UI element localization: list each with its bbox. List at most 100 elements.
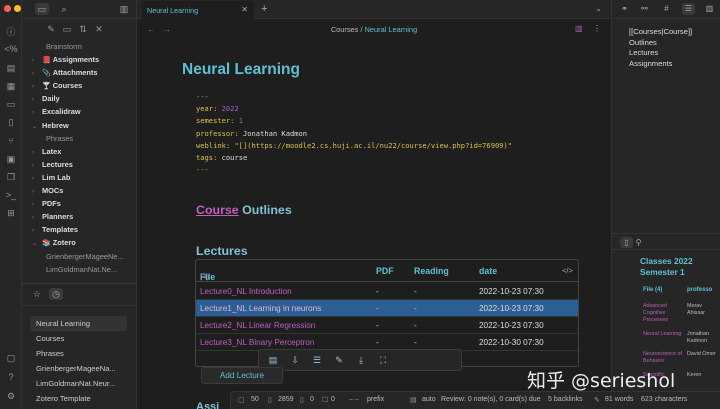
new-tab-icon[interactable]: +	[261, 3, 267, 15]
cell-file[interactable]: Lecture0_NL Introduction	[200, 287, 292, 296]
chevron-down-icon[interactable]: ⌄	[595, 4, 602, 13]
graph-icon[interactable]: ⑂	[4, 135, 18, 147]
chevron-right-icon[interactable]: ›	[32, 186, 42, 197]
reading-view-icon[interactable]: ▥	[575, 24, 583, 33]
chevron-right-icon[interactable]: ›	[32, 212, 42, 223]
frontmatter[interactable]: --- year: 2022 semester: 1 professor: Jo…	[196, 91, 512, 176]
chevron-right-icon[interactable]: ›	[32, 147, 42, 158]
folder-item[interactable]: › Lim Lab	[22, 171, 137, 184]
classes-col-professor[interactable]: professo	[687, 287, 712, 293]
cell-file[interactable]: Lecture1_NL Learning in neurons	[200, 304, 321, 313]
table-row[interactable]: Lecture1_NL Learning in neurons - - 2022-10…	[196, 300, 578, 317]
chevron-right-icon[interactable]: ›	[32, 81, 42, 92]
chevron-right-icon[interactable]: ›	[32, 68, 42, 79]
chevron-right-icon[interactable]: ›	[32, 94, 42, 105]
chevron-right-icon[interactable]: ›	[32, 173, 42, 184]
daily-note-icon[interactable]: ▣	[4, 153, 18, 165]
pin-icon[interactable]: ⚲	[632, 237, 645, 248]
star-icon[interactable]: ☆	[30, 288, 44, 300]
bulk-icon[interactable]: ▤	[267, 355, 279, 366]
col-date[interactable]: date	[479, 266, 497, 276]
download-icon[interactable]: ⤓	[355, 355, 367, 366]
collapse-all-icon[interactable]: ✕	[92, 24, 106, 35]
close-tab-icon[interactable]: ✕	[241, 5, 248, 14]
code-icon[interactable]: </>	[562, 266, 573, 275]
recent-file-item[interactable]: GrienbergerMageeNa...	[22, 361, 137, 376]
file-item[interactable]: LimGoldmanNat.Ne...	[22, 263, 137, 276]
recent-file-item[interactable]: Phrases	[22, 346, 137, 361]
folder-item[interactable]: › 🍸 Courses	[22, 79, 137, 92]
classes-cell-file[interactable]: Neural Learning	[643, 331, 687, 338]
folder-item[interactable]: › Templates	[22, 223, 137, 236]
recent-file-item[interactable]: Zotero Template	[22, 391, 137, 406]
folder-item[interactable]: › Planners	[22, 210, 137, 223]
outline-icon[interactable]: ☰	[682, 3, 695, 15]
close-window-button[interactable]	[4, 5, 11, 12]
question-icon[interactable]: ?	[4, 371, 18, 383]
recent-file-item[interactable]: Neural Learning	[30, 316, 127, 331]
outline-item[interactable]: [[Courses|Course]]	[629, 27, 692, 38]
col-pdf[interactable]: PDF	[376, 266, 394, 276]
folder-item[interactable]: › Excalidraw	[22, 105, 137, 118]
terminal-icon[interactable]: >_	[4, 189, 18, 201]
file-item[interactable]: GrienbergerMageeNe...	[22, 250, 137, 263]
classes-cell-file[interactable]: Neuroscience of Behavior	[643, 351, 687, 365]
chevron-right-icon[interactable]: ›	[32, 225, 42, 236]
search-icon[interactable]: ⌕	[57, 3, 71, 15]
outline-item[interactable]: Lectures	[629, 48, 692, 59]
chevron-down-icon[interactable]: ⌄	[32, 238, 42, 249]
fullscreen-icon[interactable]: ⛶	[377, 355, 389, 366]
chevron-right-icon[interactable]: ›	[32, 55, 42, 66]
file-item[interactable]: Phrases	[22, 132, 137, 145]
hash-icon[interactable]: #	[660, 3, 673, 15]
collapse-right-icon[interactable]: ▥	[703, 3, 716, 15]
folder-item[interactable]: › 📕 Assignments	[22, 53, 137, 66]
course-link[interactable]: Course	[196, 203, 239, 217]
slides-icon[interactable]: ▭	[4, 98, 18, 110]
status-auto[interactable]: auto	[422, 396, 436, 403]
vault-icon[interactable]: ▢	[4, 352, 18, 364]
table-row[interactable]: Lecture0_NL Introduction - - 2022-10-23 07:…	[196, 283, 578, 300]
collapse-sidebar-icon[interactable]: ▥	[117, 3, 131, 15]
calendar-icon[interactable]: ▦	[4, 80, 18, 92]
breadcrumb-parent[interactable]: Courses	[331, 25, 359, 34]
help-icon[interactable]: ⓘ	[4, 26, 18, 38]
chevron-right-icon[interactable]: ›	[32, 199, 42, 210]
minimize-window-button[interactable]	[14, 5, 21, 12]
sort-icon[interactable]: ⇅	[76, 24, 90, 35]
outline-item[interactable]: Outlines	[629, 38, 692, 49]
recent-file-item[interactable]: LimGoldmanNat.Neur...	[22, 376, 137, 391]
code-icon[interactable]: <%	[4, 43, 18, 55]
folder-item[interactable]: › Daily	[22, 92, 137, 105]
folder-icon[interactable]: ▭	[35, 3, 49, 15]
tag-link-icon[interactable]: ⚯	[638, 3, 651, 15]
copy-icon[interactable]: ❐	[4, 171, 18, 183]
list-icon[interactable]: ☰	[311, 355, 323, 366]
tab-neural-learning[interactable]: Neural Learning ✕	[142, 1, 254, 19]
classes-cell-file[interactable]: Advanced Cognitive Processes	[643, 303, 687, 323]
more-options-icon[interactable]: ⋮	[593, 24, 601, 33]
folder-item[interactable]: › Latex	[22, 145, 137, 158]
outline-item[interactable]: Assignments	[629, 59, 692, 70]
new-folder-icon[interactable]: ▭	[60, 24, 74, 35]
file-icon[interactable]: ▯	[4, 116, 18, 128]
import-icon[interactable]: ⇩	[289, 355, 301, 366]
folder-item[interactable]: ⌄ 📚 Zotero	[22, 236, 137, 249]
folder-item[interactable]: › 📎 Attachments	[22, 66, 137, 79]
folder-item[interactable]: › Lectures	[22, 158, 137, 171]
plugin-icon[interactable]: ⊞	[4, 207, 18, 219]
chevron-right-icon[interactable]: ›	[32, 107, 42, 118]
folder-item[interactable]: › MOCs	[22, 184, 137, 197]
status-review[interactable]: Review: 0 note(s), 0 card(s) due	[441, 396, 541, 403]
recent-file-item[interactable]: Courses	[22, 331, 137, 346]
breadcrumb-current[interactable]: Neural Learning	[365, 25, 418, 34]
chevron-down-icon[interactable]: ⌄	[32, 121, 42, 132]
backlink-icon[interactable]: ⚭	[618, 3, 631, 15]
cell-file[interactable]: Lecture2_NL Linear Regression	[200, 321, 315, 330]
chevron-right-icon[interactable]: ›	[32, 160, 42, 171]
edit-icon[interactable]: ✎	[333, 355, 345, 366]
settings-icon[interactable]: ⚙	[4, 390, 18, 402]
classes-col-file[interactable]: File (4)	[643, 287, 662, 293]
folder-item[interactable]: › PDFs	[22, 197, 137, 210]
clock-icon[interactable]: ◷	[49, 288, 63, 300]
